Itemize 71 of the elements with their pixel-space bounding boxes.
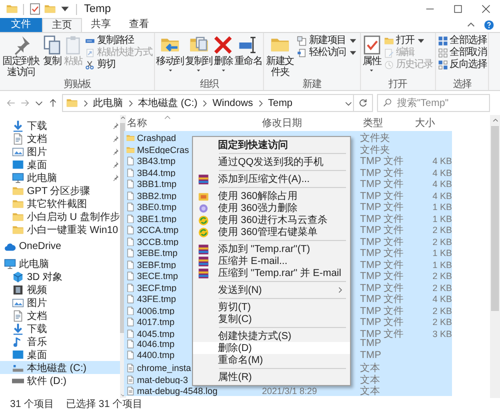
size-text: 4 KB [432,156,452,166]
type-text: 文本 [360,374,380,386]
type-text: TMP [360,350,382,361]
size-text: 2 KB [432,306,452,316]
file-name: 3CCB.tmp [137,236,179,246]
file-name: 4017.tmp [137,317,175,327]
file-name: 3EBF.tmp [137,260,176,270]
file-name: 3ECF.tmp [137,282,177,292]
size-text: 1 KB [432,202,452,212]
file-name: mat-debug-3 [137,374,188,384]
size-text: 4 KB [432,190,452,200]
file-name: 3BB1.tmp [137,179,177,189]
size-text: 4 KB [432,168,452,178]
size-text: 4 KB [432,179,452,189]
type-text: TMP 文件 [360,168,404,178]
file-name: 3B43.tmp [137,156,176,166]
size-text: 2 KB [432,282,452,292]
type-text: 文件夹 [360,144,390,156]
status-text: 31 个项目 [10,398,54,410]
type-text: TMP [360,338,382,350]
file-name: 3ECE.tmp [137,271,178,281]
size-text: 1 KB [432,214,452,224]
group-label: 新建 [302,79,322,90]
file-name: 4006.tmp [137,306,175,316]
size-text: 2 KB [432,317,452,327]
type-text: TMP 文件 [360,282,404,294]
size-text: 1 KB [432,260,452,270]
file-name: 3EBE.tmp [137,248,178,258]
size-text: 2 KB [432,225,452,235]
type-text: TMP 文件 [360,214,404,224]
file-name: 4046.tmp [137,338,175,349]
type-text: TMP 文件 [360,260,404,270]
group-label: 剪贴板 [62,79,92,90]
file-name: Crashpad [137,133,176,143]
file-name: MsEdgeCras [137,144,190,154]
size-text: 4 KB [432,294,452,304]
type-text: TMP 文件 [360,328,404,340]
window-title: Temp [84,3,111,15]
type-text: TMP 文件 [360,306,404,316]
status-text: 已选择 31 个项目 [66,398,143,410]
type-text: TMP 文件 [360,294,404,305]
file-name: 3BB2.tmp [137,190,177,200]
file-name: 4400.tmp [137,350,175,360]
file-name: 3BE1.tmp [137,214,177,224]
file-name: 3B44.tmp [137,168,176,178]
size-text: 1 KB [432,248,452,258]
type-text: TMP 文件 [360,271,404,282]
size-text: 2 KB [432,271,452,281]
type-text: TMP 文件 [360,225,404,236]
type-text: TMP 文件 [360,202,404,213]
type-text: 文本 [360,363,380,374]
size-text: 2 KB [432,236,452,246]
type-text: TMP 文件 [360,317,404,328]
file-name: 4045.tmp [137,328,175,338]
group-label: 组织 [198,79,220,90]
group-label: 选择 [452,79,472,90]
date-text: 2021/3/1 8:29 [262,386,318,396]
file-name: 3CCA.tmp [137,225,179,235]
group-label: 打开 [388,79,408,90]
type-text: 文件夹 [360,133,390,144]
type-text: TMP 文件 [360,190,404,202]
type-text: TMP 文件 [360,179,404,190]
type-text: TMP 文件 [360,248,404,259]
file-name: 43FE.tmp [137,294,176,304]
file-name: mat-debug-4548.log [137,386,218,396]
file-name: chrome_insta [137,363,192,373]
type-text: TMP 文件 [360,236,404,248]
size-text: 3 KB [432,328,452,338]
file-name: 3BE0.tmp [137,202,177,212]
type-text: TMP 文件 [360,156,404,167]
type-text: 文本 [360,386,380,397]
